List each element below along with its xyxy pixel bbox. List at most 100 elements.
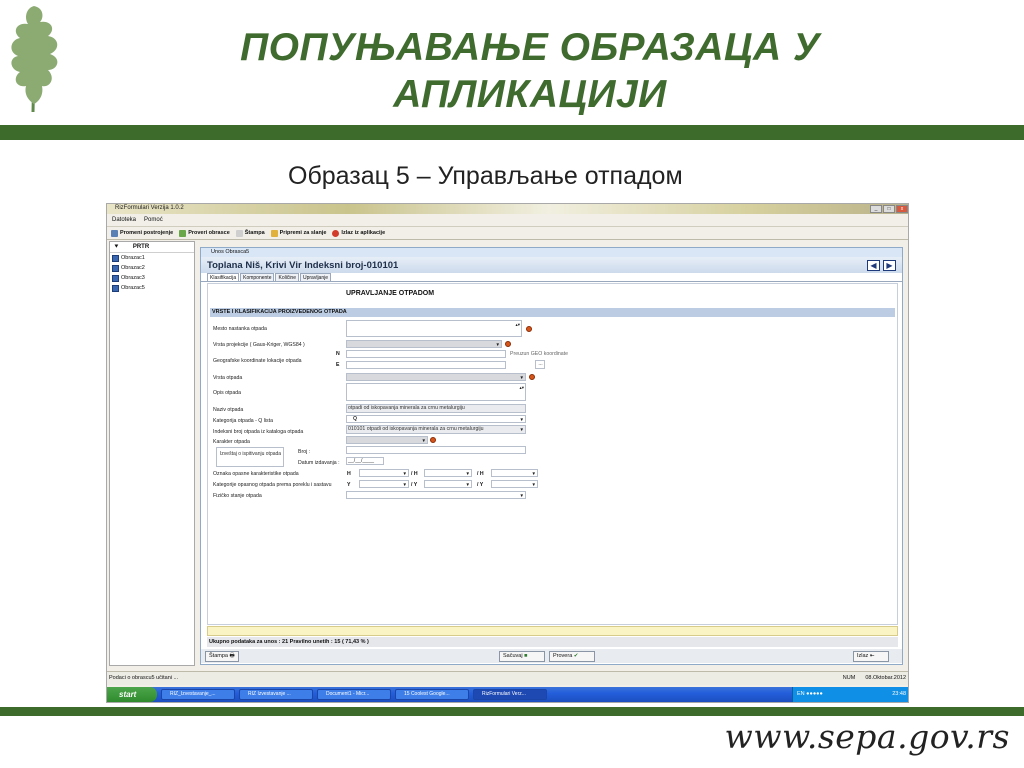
dropdown-arrow-icon: ▼ xyxy=(519,427,524,432)
task-google[interactable]: 15 Coolest Google... xyxy=(395,689,469,700)
slide-subtitle: Образац 5 – Управљање отпадом xyxy=(288,162,683,190)
close-icon[interactable]: x xyxy=(896,205,908,213)
label-h: H xyxy=(347,471,351,477)
mesto-input[interactable]: ▴▾ xyxy=(346,320,522,337)
promeni-postrojenje-button[interactable]: Promeni postrojenje xyxy=(111,229,173,237)
previous-arrow-icon[interactable]: ◀ xyxy=(867,259,880,271)
language-indicator[interactable]: EN xyxy=(797,691,805,697)
geo-koordinate-button[interactable]: ... xyxy=(535,360,545,369)
izvestaj-button[interactable]: Izveštaj o ispitivanju otpada xyxy=(216,447,284,467)
label-broj: Broj : xyxy=(298,449,311,455)
window-controls: _ □ x xyxy=(870,205,908,213)
fizicko-stanje-select[interactable]: ▼ xyxy=(346,491,526,499)
print-button[interactable]: Štampa 🖶 xyxy=(205,651,239,662)
label-naziv: Naziv otpada xyxy=(213,407,244,413)
label-projekcija: Vrsta projekcije ( Gaus-Kriger, WGS84 ) xyxy=(213,342,305,348)
label-kategorija: Kategorija otpada - Q lista xyxy=(213,418,273,424)
tab-klasifikacija[interactable]: Klasifikacija xyxy=(207,273,240,281)
slide-title-line2: АПЛИКАЦИЈИ xyxy=(393,73,667,116)
dropdown-arrow-icon: ▼ xyxy=(402,482,407,487)
task-rizformulari[interactable]: RizFormulari Verz... xyxy=(473,689,547,700)
save-icon: ■ xyxy=(524,653,528,659)
indeksni-broj-select[interactable]: 010101 otpadi od iskopavanja minerala za… xyxy=(346,425,526,434)
menu-datoteka[interactable]: Datoteka xyxy=(112,215,136,225)
record-nav: ◀ ▶ xyxy=(867,259,896,271)
datum-input[interactable]: __/__/____ xyxy=(346,457,384,465)
vrsta-otpada-select[interactable]: ▼ xyxy=(346,373,526,381)
pripremi-za-slanje-button[interactable]: Pripremi za slanje xyxy=(270,229,326,237)
send-icon xyxy=(270,229,278,237)
num-lock-indicator: NUM xyxy=(842,675,856,681)
y-select-1[interactable]: ▼ xyxy=(359,480,409,488)
geo-koordinate-link[interactable]: Preuzun GEO koordinate xyxy=(510,351,568,357)
required-icon xyxy=(430,437,436,443)
printer-icon xyxy=(235,229,243,237)
opis-otpada-input[interactable]: ▴▾ xyxy=(346,383,526,401)
exit-button[interactable]: Izlaz ⇤ xyxy=(853,651,889,662)
tab-komponente[interactable]: Komponente xyxy=(240,273,275,281)
naziv-otpada-field: otpadi od iskopavanja minerala za crnu m… xyxy=(346,404,526,413)
projekcija-select[interactable]: ▼ xyxy=(346,340,502,348)
form-icon xyxy=(112,284,119,292)
task-riz-izvestavanje-2[interactable]: RIZ Izvestavanje ... xyxy=(239,689,313,700)
top-green-band xyxy=(0,125,1024,140)
tree-item-obrazac5[interactable]: Obrazac5 xyxy=(110,283,194,293)
system-tray: EN ●●●●● 23:48 xyxy=(792,687,908,702)
dropdown-arrow-icon: ▼ xyxy=(495,342,500,347)
form-header-title: Toplana Niš, Krivi Vir Indeksni broj-010… xyxy=(207,259,399,271)
toolbar: Promeni postrojenje Proveri obrasce Štam… xyxy=(107,226,908,240)
checkmark-icon: ✔ xyxy=(573,653,579,659)
label-karakter: Karakter otpada xyxy=(213,439,250,445)
tray-icons: ●●●●● xyxy=(806,691,823,697)
karakter-otpada-select[interactable]: ▼ xyxy=(346,436,428,444)
status-right: NUM 08.Oktobar.2012 xyxy=(843,672,906,684)
label-kategorije-y: Kategorije opasnog otpada prema poreklu … xyxy=(213,482,332,488)
label-oznaka-h: Oznaka opasne karakteristike otpada xyxy=(213,471,299,477)
izlaz-iz-aplikacije-button[interactable]: Izlaz iz aplikacije xyxy=(332,229,385,237)
h-select-1[interactable]: ▼ xyxy=(359,469,409,477)
collapse-icon[interactable]: ⯆ xyxy=(114,244,119,251)
label-n: N xyxy=(336,351,340,357)
next-arrow-icon[interactable]: ▶ xyxy=(883,259,896,271)
required-icon xyxy=(526,326,532,332)
bottom-green-band xyxy=(0,707,1024,716)
h-select-2[interactable]: ▼ xyxy=(424,469,472,477)
form-icon xyxy=(112,254,119,262)
broj-input[interactable] xyxy=(346,446,526,454)
save-button[interactable]: Sačuvaj ■ xyxy=(499,651,545,662)
proveri-obrasce-button[interactable]: Proveri obrasce xyxy=(179,229,230,237)
dropdown-arrow-icon: ▼ xyxy=(519,375,524,380)
form-buttons: Štampa 🖶 Sačuvaj ■ Provera ✔ Izlaz ⇤ xyxy=(201,649,902,663)
maximize-icon[interactable]: □ xyxy=(883,205,895,213)
building-icon xyxy=(111,229,118,237)
check-button[interactable]: Provera ✔ xyxy=(549,651,595,662)
tree-item-obrazac1[interactable]: Obrazac1 xyxy=(110,253,194,263)
tab-kolicine[interactable]: Količine xyxy=(275,273,299,281)
minimize-icon[interactable]: _ xyxy=(870,205,882,213)
koordinata-e-input[interactable] xyxy=(346,361,506,369)
tree-item-obrazac3[interactable]: Obrazac3 xyxy=(110,273,194,283)
task-riz-izvestavanje-1[interactable]: RIZ_Izvestavanje_... xyxy=(161,689,235,700)
label-slash-y-2: / Y xyxy=(477,482,484,488)
dropdown-arrow-icon: ▼ xyxy=(519,493,524,498)
tab-upravljanje[interactable]: Upravljanje xyxy=(300,273,332,281)
required-icon xyxy=(529,374,535,380)
form-body: UPRAVLJANJE OTPADOM VRSTE I KLASIFIKACIJ… xyxy=(207,283,898,625)
h-select-3[interactable]: ▼ xyxy=(491,469,538,477)
oak-leaf-logo xyxy=(11,6,58,113)
dropdown-arrow-icon: ▼ xyxy=(465,471,470,476)
scroll-arrows-icon[interactable]: ▴▾ xyxy=(515,321,520,328)
menu-pomoc[interactable]: Pomoć xyxy=(144,215,163,225)
stampa-button[interactable]: Štampa xyxy=(235,229,265,237)
start-button[interactable]: start xyxy=(107,687,157,702)
label-slash-h-2: / H xyxy=(477,471,484,477)
y-select-3[interactable]: ▼ xyxy=(491,480,538,488)
koordinata-n-input[interactable] xyxy=(346,350,506,358)
task-document1[interactable]: Document1 - Micr... xyxy=(317,689,391,700)
tree-header[interactable]: ⯆ PRTR xyxy=(110,242,194,253)
tree-item-obrazac2[interactable]: Obrazac2 xyxy=(110,263,194,273)
kategorija-q-select[interactable]: Q ▼ xyxy=(346,415,526,423)
scroll-arrows-icon[interactable]: ▴▾ xyxy=(519,384,524,391)
form-caption: Unos Obrasca5 xyxy=(201,248,902,257)
y-select-2[interactable]: ▼ xyxy=(424,480,472,488)
